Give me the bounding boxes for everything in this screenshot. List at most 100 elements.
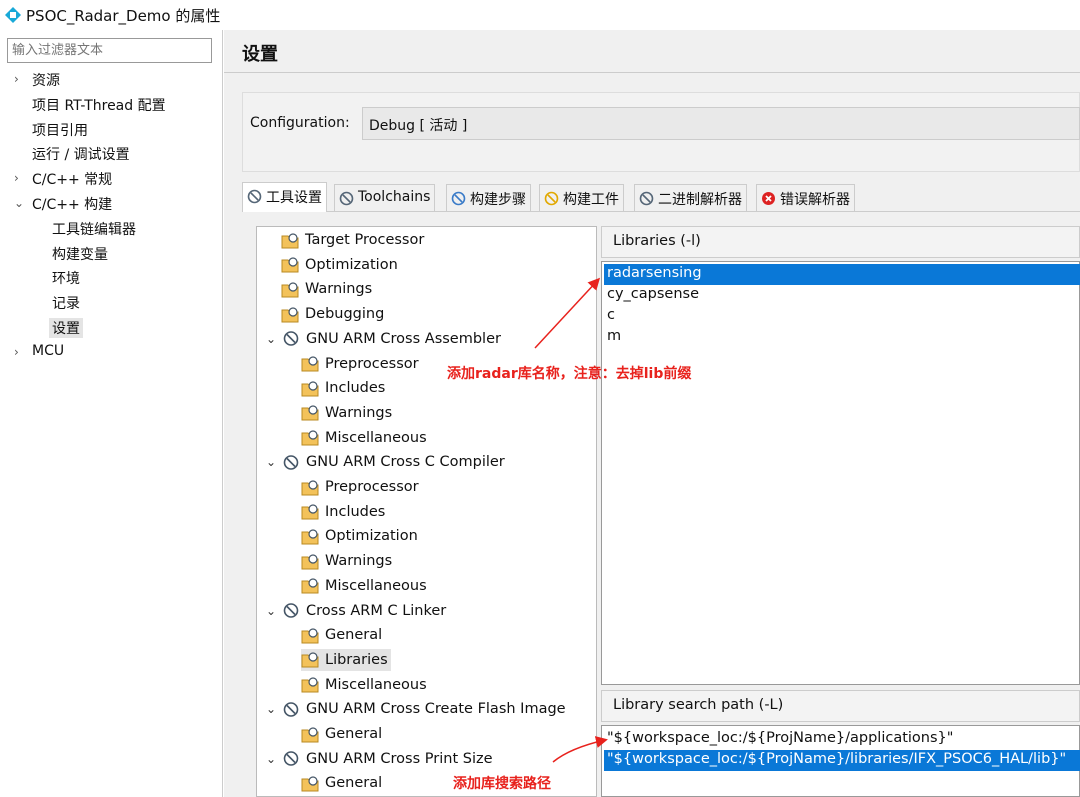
options-folder-icon bbox=[301, 726, 320, 743]
tree-item[interactable]: GNU ARM Cross Print Size bbox=[282, 748, 493, 770]
tree-item-label: Optimization bbox=[325, 528, 418, 545]
tab-label: 工具设置 bbox=[266, 190, 322, 206]
options-folder-icon bbox=[281, 256, 300, 273]
library-item[interactable]: radarsensing bbox=[604, 264, 1080, 285]
tool-icon bbox=[282, 602, 301, 619]
nav-item[interactable]: 工具链编辑器 bbox=[52, 219, 136, 239]
tree-item[interactable]: GNU ARM Cross Create Flash Image bbox=[282, 698, 566, 720]
tree-item[interactable]: Libraries bbox=[301, 648, 391, 671]
tool-icon bbox=[282, 701, 301, 718]
libraries-header: Libraries (-l) bbox=[601, 226, 1080, 258]
tree-item-label: Warnings bbox=[305, 281, 373, 298]
configuration-select[interactable]: Debug [ 活动 ] bbox=[362, 107, 1080, 140]
nav-item[interactable]: 记录 bbox=[52, 293, 80, 313]
options-folder-icon bbox=[301, 479, 320, 496]
library-item[interactable]: c bbox=[604, 306, 1080, 327]
options-folder-icon bbox=[301, 355, 320, 372]
tree-item[interactable]: General bbox=[301, 772, 382, 794]
tree-item-label: GNU ARM Cross C Compiler bbox=[306, 454, 505, 471]
chevron-icon[interactable]: ⌄ bbox=[14, 196, 24, 210]
chevron-down-icon[interactable]: ⌄ bbox=[266, 332, 276, 346]
tree-item[interactable]: Includes bbox=[301, 501, 385, 523]
chevron-icon[interactable]: › bbox=[14, 72, 19, 86]
nav-item[interactable]: 项目引用 bbox=[32, 120, 88, 140]
library-item[interactable]: m bbox=[604, 327, 1080, 348]
tree-item[interactable]: Preprocessor bbox=[301, 353, 419, 375]
nav-item[interactable]: C/C++ 常规 bbox=[32, 169, 112, 189]
build-artifact-icon bbox=[544, 191, 559, 206]
tree-item-label: General bbox=[325, 726, 383, 742]
chevron-icon[interactable]: › bbox=[14, 345, 19, 359]
chevron-down-icon[interactable]: ⌄ bbox=[266, 702, 276, 716]
tree-item-label: Libraries bbox=[325, 651, 388, 668]
annotation-library-name: 添加radar库名称，注意：去掉lib前缀 bbox=[447, 366, 692, 382]
chevron-icon[interactable]: › bbox=[14, 171, 19, 185]
tree-item[interactable]: Warnings bbox=[301, 550, 392, 572]
filter-input[interactable] bbox=[7, 38, 212, 63]
tool-settings-tree: Target Processor Optimization Warnings Debu… bbox=[256, 226, 597, 797]
options-folder-icon bbox=[301, 676, 320, 693]
tree-item[interactable]: Optimization bbox=[301, 525, 418, 547]
tree-item-label: Preprocessor bbox=[325, 479, 419, 495]
nav-item[interactable]: 设置 bbox=[49, 318, 83, 338]
tree-item[interactable]: Warnings bbox=[301, 402, 392, 424]
nav-item[interactable]: MCU bbox=[32, 343, 64, 359]
nav-item[interactable]: 运行 / 调试设置 bbox=[32, 144, 130, 164]
configuration-label: Configuration: bbox=[250, 115, 350, 131]
options-folder-icon bbox=[301, 528, 320, 545]
chevron-down-icon[interactable]: ⌄ bbox=[266, 604, 276, 618]
tree-item[interactable]: Optimization bbox=[281, 254, 398, 276]
nav-item[interactable]: 构建变量 bbox=[52, 244, 108, 264]
tree-item[interactable]: Miscellaneous bbox=[301, 575, 427, 597]
tab-label: 构建工件 bbox=[563, 192, 619, 208]
search-path-item[interactable]: "${workspace_loc:/${ProjName}/applicatio… bbox=[604, 729, 1080, 750]
tab-label: Toolchains bbox=[358, 189, 431, 205]
tree-item-label: Warnings bbox=[325, 404, 393, 421]
search-path-item[interactable]: "${workspace_loc:/${ProjName}/libraries/… bbox=[604, 750, 1080, 771]
annotation-search-path: 添加库搜索路径 bbox=[453, 776, 551, 792]
options-folder-icon bbox=[281, 232, 300, 249]
tree-item-label: Miscellaneous bbox=[325, 429, 427, 446]
library-item[interactable]: cy_capsense bbox=[604, 285, 1080, 306]
tree-item-label: Debugging bbox=[305, 306, 385, 323]
tree-item[interactable]: Includes bbox=[301, 377, 385, 399]
tab-3[interactable]: 构建工件 bbox=[539, 184, 624, 211]
tab-0[interactable]: 工具设置 bbox=[242, 182, 327, 212]
tree-item-label: Miscellaneous bbox=[325, 676, 427, 693]
chevron-down-icon[interactable]: ⌄ bbox=[266, 455, 276, 469]
library-search-path-list[interactable]: "${workspace_loc:/${ProjName}/applicatio… bbox=[601, 725, 1080, 797]
tree-item-label: Optimization bbox=[305, 256, 398, 273]
tree-item[interactable]: Debugging bbox=[281, 303, 384, 325]
tree-item[interactable]: GNU ARM Cross Assembler bbox=[282, 328, 501, 350]
libraries-list[interactable]: radarsensing cy_capsense c m bbox=[601, 261, 1080, 685]
tree-item[interactable]: Cross ARM C Linker bbox=[282, 600, 446, 622]
nav-item[interactable]: 环境 bbox=[52, 268, 80, 288]
nav-item[interactable]: 资源 bbox=[32, 70, 60, 90]
tab-1[interactable]: Toolchains bbox=[334, 184, 436, 211]
tree-item[interactable]: General bbox=[301, 723, 382, 745]
nav-item[interactable]: 项目 RT-Thread 配置 bbox=[32, 95, 166, 115]
tab-4[interactable]: 二进制解析器 bbox=[634, 184, 747, 211]
tree-item[interactable]: Miscellaneous bbox=[301, 427, 427, 449]
tab-label: 二进制解析器 bbox=[658, 192, 742, 208]
tree-item-label: GNU ARM Cross Create Flash Image bbox=[306, 701, 566, 718]
tree-item[interactable]: GNU ARM Cross C Compiler bbox=[282, 451, 505, 473]
tree-item[interactable]: General bbox=[301, 624, 382, 646]
tree-item[interactable]: Warnings bbox=[281, 278, 372, 300]
options-folder-icon bbox=[301, 553, 320, 570]
tab-5[interactable]: 错误解析器 bbox=[756, 184, 855, 211]
chevron-down-icon[interactable]: ⌄ bbox=[266, 752, 276, 766]
tree-item[interactable]: Target Processor bbox=[281, 229, 424, 251]
tree-item-label: Includes bbox=[325, 380, 386, 397]
nav-item[interactable]: C/C++ 构建 bbox=[32, 194, 112, 214]
tree-item[interactable]: Miscellaneous bbox=[301, 674, 427, 696]
options-folder-icon bbox=[301, 404, 320, 421]
tree-item[interactable]: Preprocessor bbox=[301, 476, 419, 498]
options-folder-icon bbox=[301, 775, 320, 792]
window-title: PSOC_Radar_Demo 的属性 bbox=[26, 7, 221, 25]
tab-2[interactable]: 构建步骤 bbox=[446, 184, 531, 211]
build-steps-icon bbox=[451, 191, 466, 206]
error-parser-icon bbox=[761, 191, 776, 206]
options-folder-icon bbox=[301, 627, 320, 644]
tree-item-label: Miscellaneous bbox=[325, 577, 427, 594]
